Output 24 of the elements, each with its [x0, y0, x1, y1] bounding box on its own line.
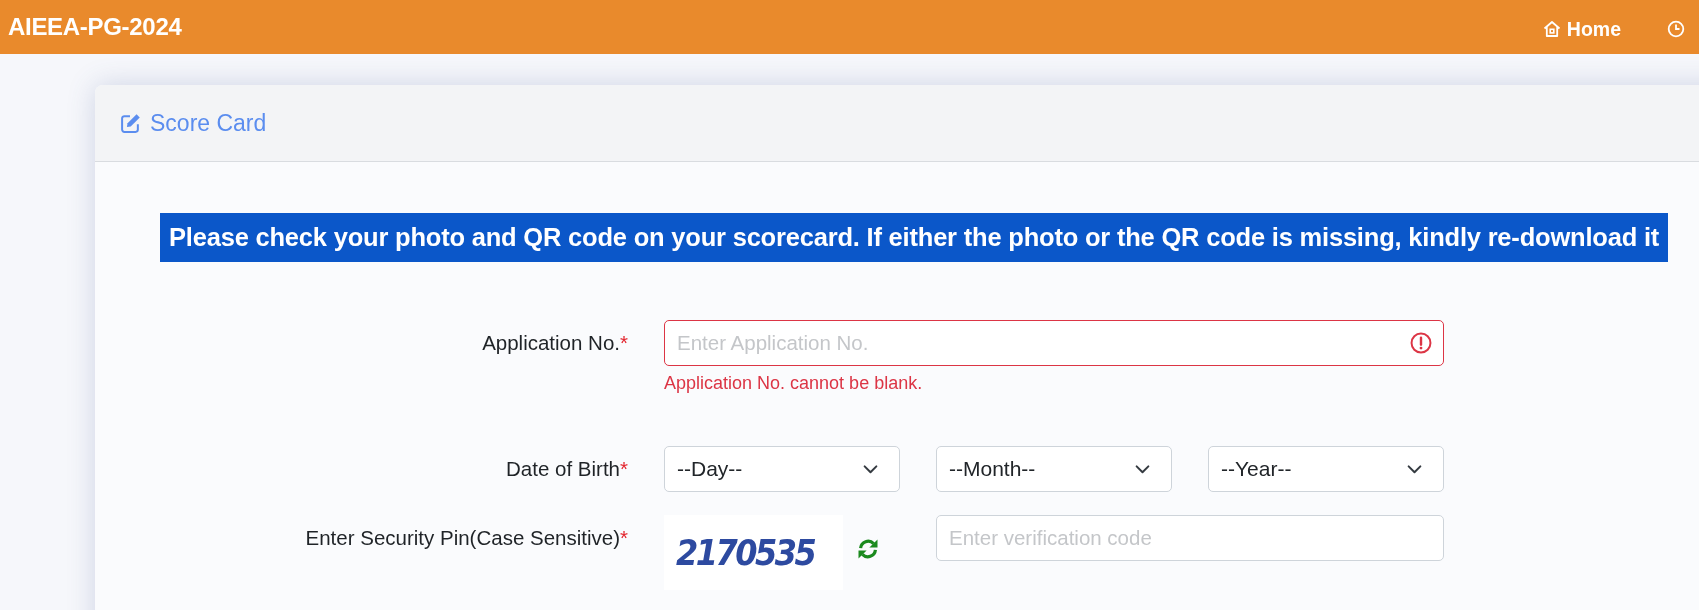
field-label: Date of Birth — [506, 457, 620, 481]
edit-icon — [120, 112, 141, 134]
dropdown-select[interactable]: --Year-- — [1208, 446, 1444, 492]
verification-code-field[interactable]: Enter verification code — [936, 515, 1444, 561]
application-number-field[interactable]: Enter Application No. — [664, 320, 1444, 366]
clock-icon — [1667, 20, 1685, 38]
alert-icon — [1410, 332, 1432, 354]
error-message: Application No. cannot be blank. — [664, 373, 924, 394]
house-icon — [1542, 20, 1561, 38]
dropdown-select[interactable]: --Day-- — [664, 446, 900, 492]
field-label: Enter Security Pin(Case Sensitive) — [305, 526, 620, 550]
captcha-code: 2170535 — [676, 531, 815, 574]
notice-banner: Please check your photo and QR code on your scorecard. If either the photo or the QR code is missing, kindly re-download it — [160, 213, 1669, 262]
chevron-down-icon — [1407, 464, 1422, 474]
dropdown-select[interactable]: --Month-- — [936, 446, 1172, 492]
field-label: Application No. — [482, 331, 620, 355]
required-mark: * — [620, 331, 628, 355]
required-mark: * — [620, 457, 628, 481]
chevron-down-icon — [863, 464, 878, 474]
chevron-down-icon — [1135, 464, 1150, 474]
refresh-icon[interactable] — [856, 537, 880, 561]
required-mark: * — [620, 526, 628, 550]
site-title: AIEEA-PG-2024 — [8, 13, 182, 41]
card-title: Score Card — [150, 109, 267, 137]
